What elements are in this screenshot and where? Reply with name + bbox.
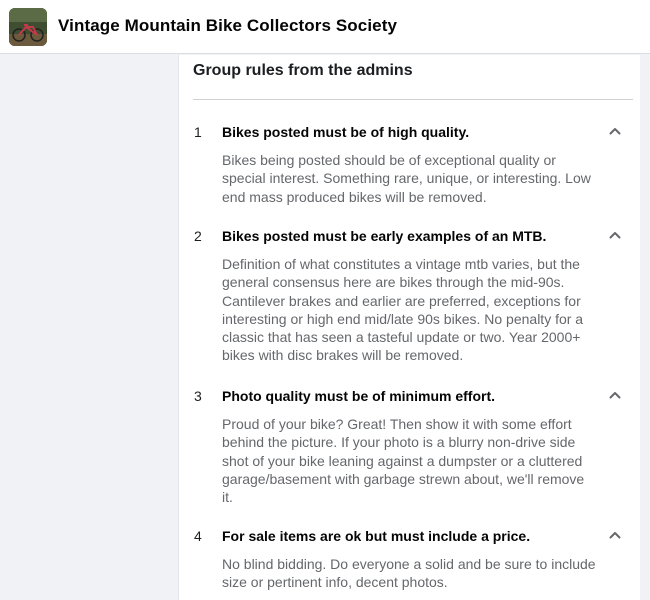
section-divider	[193, 99, 633, 100]
chevron-up-icon[interactable]	[605, 225, 625, 245]
chevron-up-icon[interactable]	[605, 525, 625, 545]
rules-section-title: Group rules from the admins	[193, 62, 413, 79]
group-cover-thumbnail[interactable]	[9, 8, 47, 46]
rule-description: Proud of your bike? Great! Then show it …	[222, 416, 585, 506]
rule-title[interactable]: Photo quality must be of minimum effort.	[222, 388, 495, 404]
group-header: Vintage Mountain Bike Collectors Society	[0, 0, 650, 54]
rule-title[interactable]: For sale items are ok but must include a…	[222, 528, 530, 544]
rule-title[interactable]: Bikes posted must be early examples of a…	[222, 228, 546, 244]
group-name[interactable]: Vintage Mountain Bike Collectors Society	[58, 16, 397, 36]
rule-title[interactable]: Bikes posted must be of high quality.	[222, 124, 469, 140]
rule-description: Definition of what constitutes a vintage…	[222, 256, 584, 364]
rules-panel: Group rules from the admins 1 Bikes post…	[178, 55, 640, 600]
left-sidebar	[0, 55, 178, 600]
rule-number: 4	[194, 528, 202, 544]
right-gutter	[640, 55, 650, 600]
chevron-up-icon[interactable]	[605, 385, 625, 405]
chevron-up-icon[interactable]	[605, 121, 625, 141]
bike-photo-image	[9, 8, 47, 46]
rule-description: No blind bidding. Do everyone a solid an…	[222, 556, 596, 591]
rule-number: 1	[194, 124, 202, 140]
rule-number: 3	[194, 388, 202, 404]
rule-number: 2	[194, 228, 202, 244]
rule-description: Bikes being posted should be of exceptio…	[222, 152, 591, 205]
